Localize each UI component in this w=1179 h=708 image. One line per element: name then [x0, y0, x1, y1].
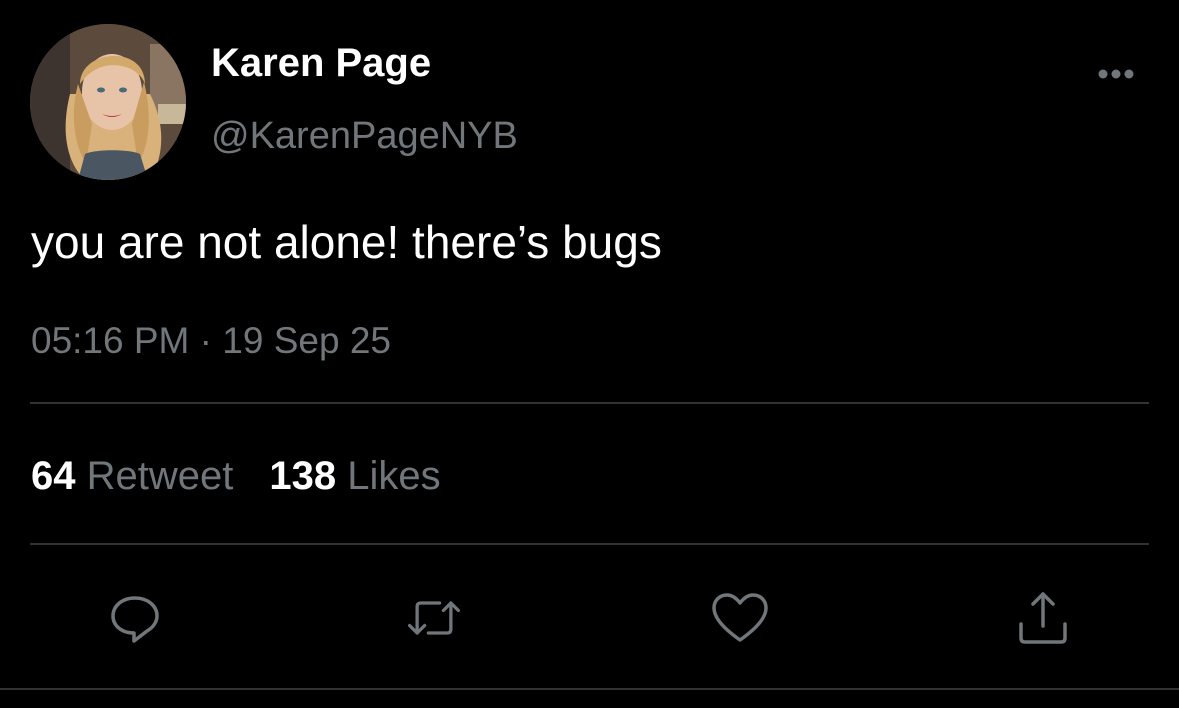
likes-count: 138 [269, 454, 337, 498]
share-button[interactable] [1013, 588, 1073, 648]
tweet-timestamp[interactable]: 05:16 PM · 19 Sep 25 [31, 319, 391, 363]
divider [30, 402, 1149, 404]
retweets-count: 64 [31, 454, 76, 498]
share-icon [1019, 592, 1067, 644]
divider [0, 688, 1179, 690]
profile-photo [30, 24, 186, 180]
retweets-stat[interactable]: 64 Retweet [31, 452, 233, 500]
divider [30, 543, 1149, 545]
avatar[interactable] [30, 24, 186, 180]
tweet-card: Karen Page @KarenPageNYB you are not alo… [0, 0, 1179, 708]
retweet-button[interactable] [404, 588, 464, 648]
reply-button[interactable] [105, 588, 165, 648]
more-options-button[interactable] [1094, 62, 1138, 86]
user-handle[interactable]: @KarenPageNYB [211, 114, 518, 158]
tweet-text: you are not alone! there’s bugs [31, 216, 662, 268]
tweet-time: 05:16 PM [31, 320, 190, 361]
retweets-label: Retweet [86, 454, 234, 498]
engagement-stats: 64 Retweet 138 Likes [31, 452, 477, 500]
retweet-icon [407, 601, 461, 635]
heart-icon [712, 593, 768, 642]
tweet-date: 19 Sep 25 [222, 320, 391, 361]
reply-icon [111, 596, 159, 643]
likes-stat[interactable]: 138 Likes [269, 452, 440, 500]
meta-separator: · [189, 320, 223, 361]
more-dots-icon [1098, 69, 1134, 79]
likes-label: Likes [347, 454, 441, 498]
like-button[interactable] [710, 588, 770, 648]
display-name[interactable]: Karen Page [211, 40, 431, 86]
